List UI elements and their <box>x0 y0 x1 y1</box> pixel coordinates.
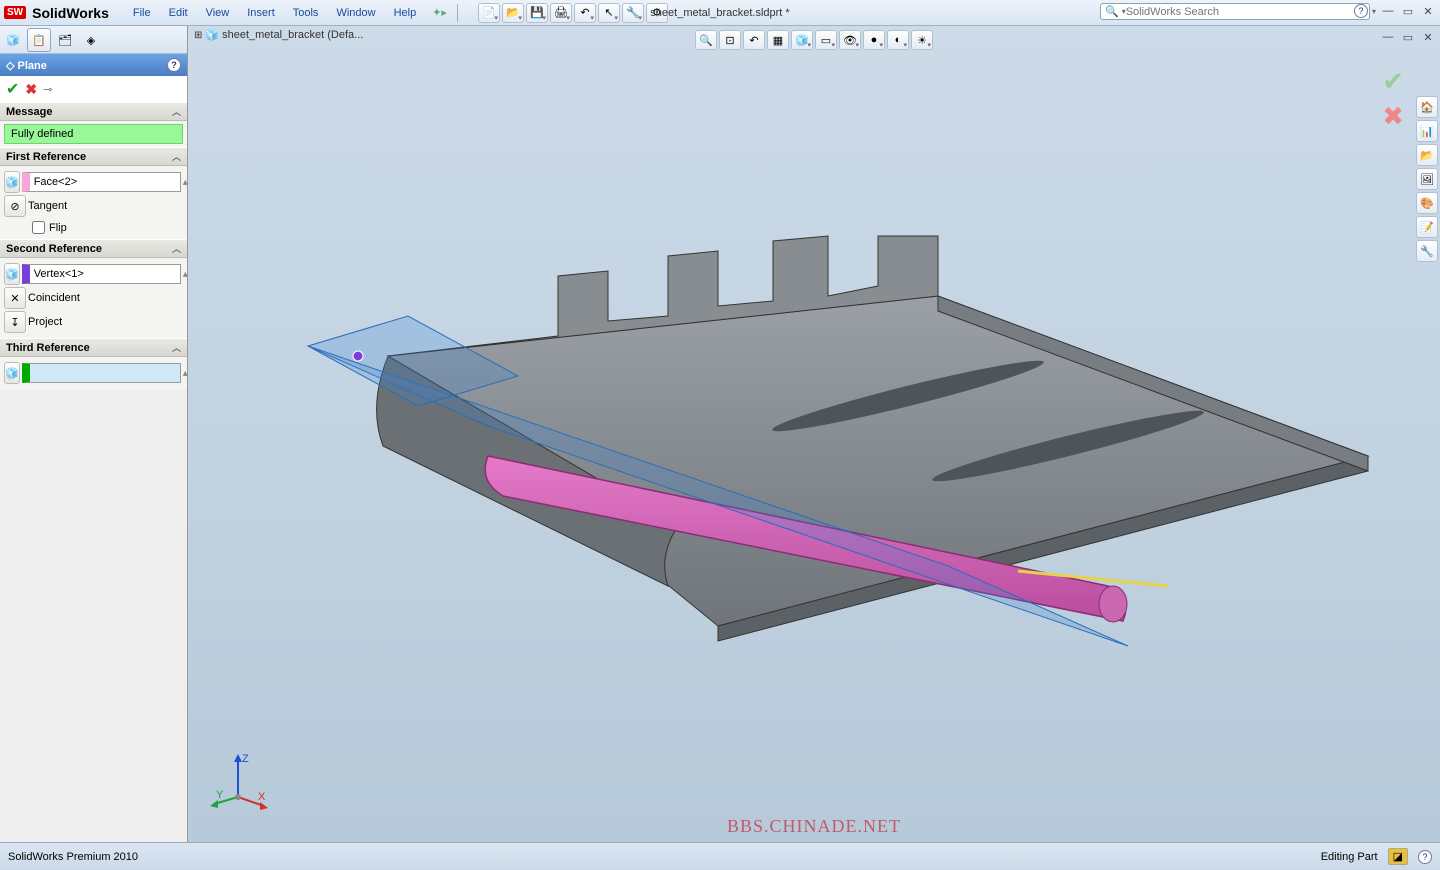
triad-y: Y <box>216 789 224 801</box>
second-reference-input[interactable] <box>22 264 181 284</box>
close-button[interactable]: ✕ <box>1420 4 1436 18</box>
section-second-ref-header[interactable]: Second Reference ︿ <box>0 239 187 258</box>
menu-help[interactable]: Help <box>386 4 425 22</box>
menu-flyout-icon[interactable]: ✦▸ <box>432 6 447 19</box>
product-label: SolidWorks Premium 2010 <box>8 851 138 863</box>
document-title: sheet_metal_bracket.sldprt * <box>650 7 789 19</box>
search-icon: 🔍 <box>1105 5 1119 18</box>
pm-title-bar: ◇ Plane ? <box>0 54 187 76</box>
flip-checkbox[interactable] <box>32 221 45 234</box>
ok-button[interactable]: ✔ <box>6 79 19 99</box>
first-ref-tangent: Tangent <box>28 200 67 212</box>
select-button[interactable]: ↖ <box>598 3 620 23</box>
menu-view[interactable]: View <box>198 4 238 22</box>
collapse-icon[interactable]: ︿ <box>172 341 181 354</box>
quick-access-toolbar: 📄 📂 💾 🖨 ↶ ↖ 🔧 ⚙ <box>478 3 668 23</box>
plane-status-text: Fully defined <box>4 124 183 144</box>
pm-help-icon[interactable]: ? <box>167 58 181 72</box>
section-third-ref-header[interactable]: Third Reference ︿ <box>0 338 187 357</box>
main-menu: File Edit View Insert Tools Window Help <box>125 4 424 22</box>
collapse-icon[interactable]: ︿ <box>172 105 181 118</box>
configuration-manager-tab[interactable]: 🗂 <box>53 28 77 52</box>
print-button[interactable]: 🖨 <box>550 3 572 23</box>
pm-action-row: ✔ ✖ ⊸ <box>0 76 187 102</box>
section-message-label: Message <box>6 106 52 118</box>
section-third-ref-label: Third Reference <box>6 342 90 354</box>
menu-file[interactable]: File <box>125 4 159 22</box>
third-reference-input[interactable] <box>22 363 181 383</box>
save-button[interactable]: 💾 <box>526 3 548 23</box>
status-bar: SolidWorks Premium 2010 Editing Part ◪ ? <box>0 842 1440 870</box>
section-first-ref-label: First Reference <box>6 151 86 163</box>
titlebar: SW SolidWorks File Edit View Insert Tool… <box>0 0 1440 26</box>
property-manager-tab[interactable]: 📋 <box>27 28 51 52</box>
tangent-icon[interactable]: ⊘ <box>4 195 26 217</box>
status-help-icon[interactable]: ? <box>1418 850 1432 864</box>
plane-icon: ◇ <box>6 60 14 72</box>
menu-insert[interactable]: Insert <box>239 4 283 22</box>
dimxpert-manager-tab[interactable]: ◈ <box>79 28 103 52</box>
pushpin-icon[interactable]: ⊸ <box>43 83 52 96</box>
collapse-icon[interactable]: ︿ <box>172 150 181 163</box>
pm-title: Plane <box>18 60 47 72</box>
orientation-triad[interactable]: Z X Y <box>208 752 268 812</box>
new-button[interactable]: 📄 <box>478 3 500 23</box>
collapse-icon[interactable]: ︿ <box>172 242 181 255</box>
rebuild-button[interactable]: 🔧 <box>622 3 644 23</box>
app-name: SolidWorks <box>32 5 109 21</box>
reference-entity-icon[interactable]: 🧊 <box>4 362 20 384</box>
watermark-text: BBS.CHINADE.NET <box>727 816 901 837</box>
section-message-header[interactable]: Message ︿ <box>0 102 187 121</box>
triad-x: X <box>258 791 266 803</box>
section-second-ref-label: Second Reference <box>6 243 102 255</box>
coincident-icon[interactable]: ✕ <box>4 287 26 309</box>
restore-button[interactable]: ▭ <box>1400 4 1416 18</box>
second-ref-coincident: Coincident <box>28 292 80 304</box>
help-icon[interactable]: ? <box>1354 4 1368 18</box>
menu-tools[interactable]: Tools <box>285 4 327 22</box>
unit-system-icon[interactable]: ◪ <box>1388 848 1408 865</box>
project-icon[interactable]: ↧ <box>4 311 26 333</box>
feature-manager-tab[interactable]: 🧊 <box>1 28 25 52</box>
search-box[interactable]: 🔍 ▾ <box>1100 3 1370 20</box>
triad-z: Z <box>242 753 249 765</box>
open-button[interactable]: 📂 <box>502 3 524 23</box>
search-input[interactable] <box>1126 6 1365 18</box>
minimize-button[interactable]: — <box>1380 4 1396 18</box>
property-manager-panel: 🧊 📋 🗂 ◈ ◇ Plane ? ✔ ✖ ⊸ Message ︿ Fully … <box>0 26 188 842</box>
help-dropdown-icon[interactable]: ▾ <box>1372 7 1376 16</box>
menu-window[interactable]: Window <box>328 4 383 22</box>
editing-mode-label: Editing Part <box>1321 851 1378 863</box>
menu-edit[interactable]: Edit <box>161 4 196 22</box>
section-first-ref-header[interactable]: First Reference ︿ <box>0 147 187 166</box>
window-controls: ? ▾ — ▭ ✕ <box>1354 4 1436 18</box>
model-render <box>188 26 1440 842</box>
first-reference-input[interactable] <box>22 172 181 192</box>
graphics-viewport[interactable]: ⊞ 🧊 sheet_metal_bracket (Defa... 🔍 ⊡ ↶ ▦… <box>188 26 1440 842</box>
manager-tabs: 🧊 📋 🗂 ◈ <box>0 26 187 54</box>
reference-entity-icon[interactable]: 🧊 <box>4 171 20 193</box>
second-ref-project: Project <box>28 316 62 328</box>
cancel-button[interactable]: ✖ <box>25 81 37 98</box>
flip-label: Flip <box>49 222 67 234</box>
undo-button[interactable]: ↶ <box>574 3 596 23</box>
reference-entity-icon[interactable]: 🧊 <box>4 263 20 285</box>
app-logo: SW <box>4 6 26 19</box>
